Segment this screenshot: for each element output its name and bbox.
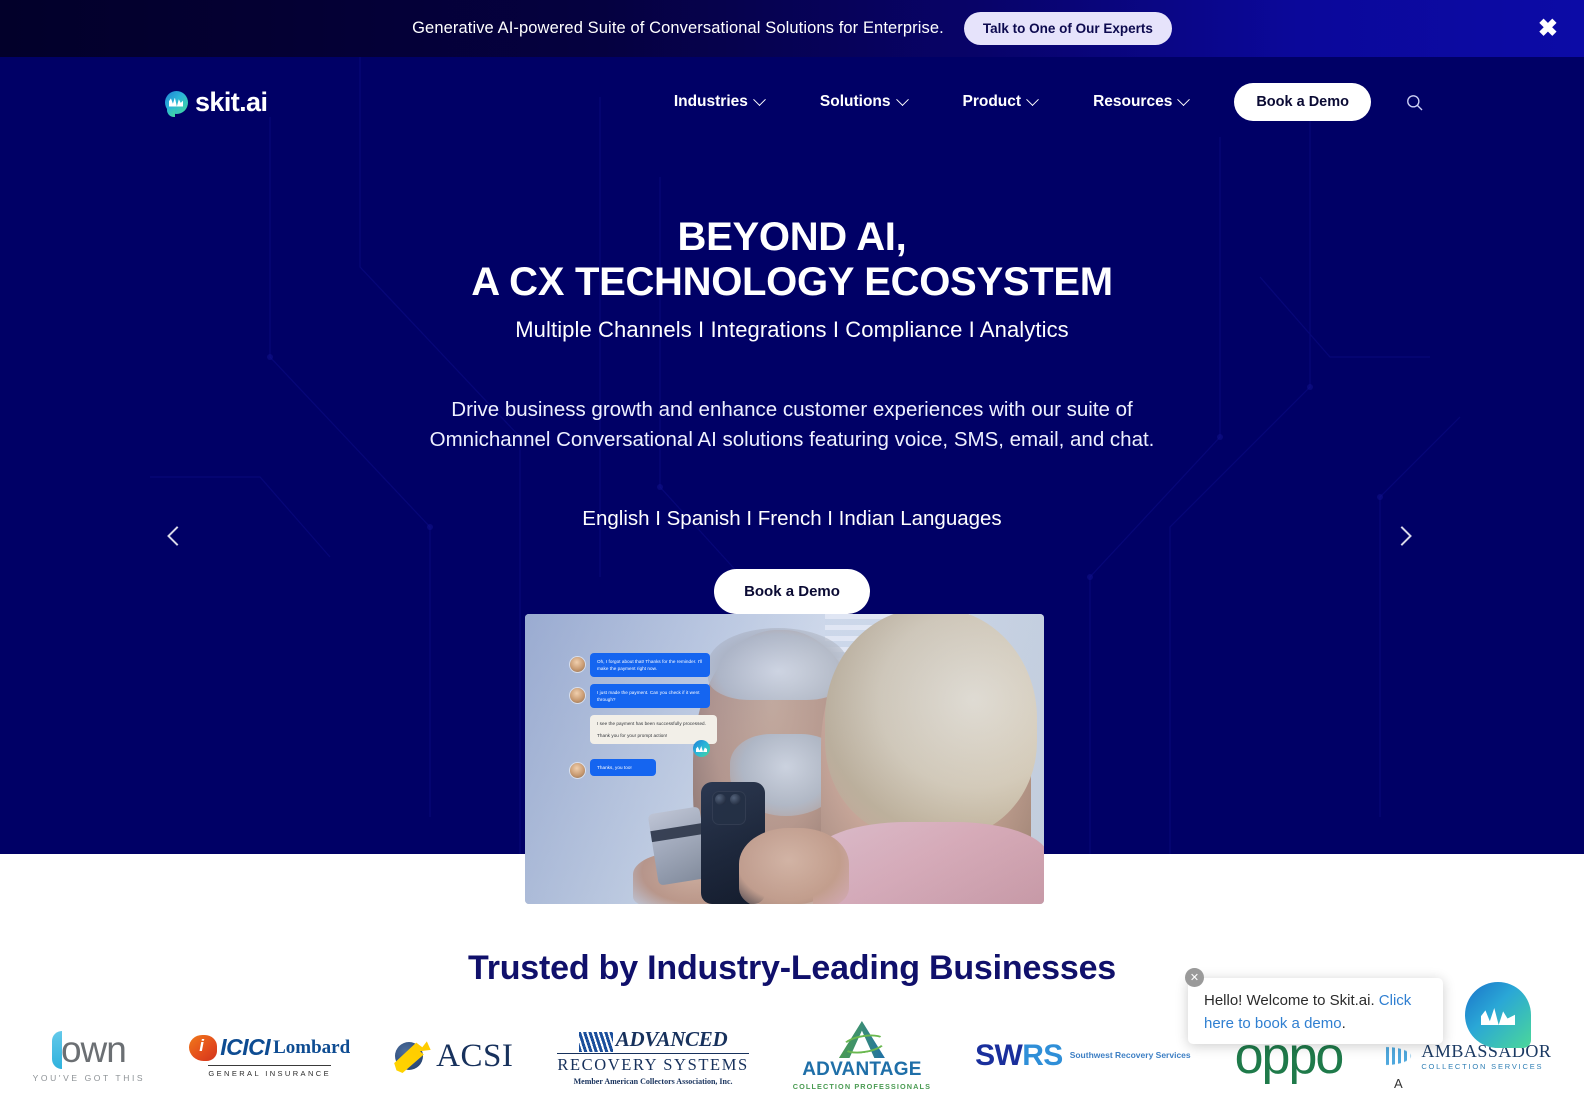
chevron-down-icon: [1026, 92, 1039, 106]
talk-to-expert-button[interactable]: Talk to One of Our Experts: [963, 12, 1172, 45]
chat-widget-close-icon[interactable]: ✕: [1185, 968, 1204, 987]
client-logo-advantage-collection-professionals: ADVANTAGE COLLECTION PROFESSIONALS: [792, 1021, 932, 1091]
ars-logo-line-1: ADVANCED: [615, 1026, 728, 1051]
chat-widget-message: Hello! Welcome to Skit.ai. Click here to…: [1188, 978, 1443, 1044]
nav-item-industries[interactable]: Industries: [646, 92, 792, 111]
avatar: [570, 763, 585, 778]
acsi-logo-word: ACSI: [436, 1037, 514, 1074]
client-logo-acsi: ACSI: [394, 1024, 513, 1088]
own-logo-tagline: YOU'VE GOT THIS: [32, 1073, 146, 1083]
chat-overlay: Oh, I forgot about that! Thanks for the …: [525, 614, 1044, 904]
client-logo-swrs: SWRS Southwest Recovery Services: [975, 1024, 1191, 1088]
hero-paragraph: Drive business growth and enhance custom…: [0, 395, 1584, 454]
page-root: Generative AI-powered Suite of Conversat…: [0, 0, 1584, 1105]
advantage-logo-word: ADVANTAGE: [802, 1059, 922, 1080]
advantage-a-mark-icon: [839, 1021, 885, 1058]
icici-logo-tagline: GENERAL INSURANCE: [208, 1065, 331, 1078]
chat-message-1: Oh, I forgot about that! Thanks for the …: [570, 653, 710, 678]
chat-bubble-agent-line-2: Thank you for your prompt action!: [597, 733, 668, 739]
chevron-down-icon: [753, 92, 766, 106]
chat-widget-greeting: Hello! Welcome to Skit.ai.: [1204, 992, 1375, 1009]
swrs-logo-tagline: Southwest Recovery Services: [1069, 1050, 1191, 1061]
chat-bubble-user: I just made the payment. Can you check i…: [590, 684, 710, 709]
ars-logo-line-2: RECOVERY SYSTEMS: [557, 1052, 749, 1074]
chat-message-4: Thanks, you too!: [570, 759, 656, 778]
chat-bubble-user: Oh, I forgot about that! Thanks for the …: [590, 653, 710, 678]
hero-title: BEYOND AI, A CX TECHNOLOGY ECOSYSTEM: [0, 215, 1584, 305]
chevron-down-icon: [895, 92, 909, 106]
chat-message-3: I see the payment has been successfully …: [570, 715, 717, 745]
acsi-globe-icon: [394, 1038, 432, 1074]
hero-paragraph-line-1: Drive business growth and enhance custom…: [451, 398, 1133, 422]
chevron-down-icon: [1177, 92, 1191, 106]
accessibility-marker: A: [1394, 1076, 1403, 1091]
chat-message-2: I just made the payment. Can you check i…: [570, 684, 710, 709]
icici-logo-word: ICICI: [220, 1034, 271, 1060]
main-navigation: skit.ai Industries Solutions Product Res…: [0, 57, 1584, 147]
lombard-logo-word: Lombard: [273, 1036, 351, 1058]
advantage-logo-tagline: COLLECTION PROFESSIONALS: [792, 1082, 932, 1091]
hero-paragraph-line-2: Omnichannel Conversational AI solutions …: [429, 428, 1155, 452]
avatar: [570, 688, 585, 703]
hero-title-line-1: BEYOND AI,: [677, 215, 907, 259]
nav-item-resources-label: Resources: [1093, 93, 1173, 110]
hero-image-card: Oh, I forgot about that! Thanks for the …: [525, 614, 1044, 904]
client-logo-advanced-recovery-systems: ADVANCED RECOVERY SYSTEMS Member America…: [557, 1024, 749, 1088]
icici-logo-mark-icon: [189, 1034, 218, 1061]
own-logo-word: own: [60, 1029, 127, 1070]
announcement-banner-inner: Generative AI-powered Suite of Conversat…: [412, 12, 1172, 45]
skit-logo-icon: [165, 90, 188, 117]
chat-widget-period: .: [1341, 1014, 1346, 1032]
ars-stripes-icon: [578, 1031, 613, 1052]
hero-title-line-2: A CX TECHNOLOGY ECOSYSTEM: [471, 260, 1113, 305]
carousel-prev-arrow-icon[interactable]: [160, 519, 194, 553]
nav-item-solutions[interactable]: Solutions: [792, 92, 935, 111]
chat-widget-launcher-icon[interactable]: [1465, 982, 1531, 1048]
site-logo-text: skit.ai: [195, 86, 268, 117]
announcement-banner: Generative AI-powered Suite of Conversat…: [0, 0, 1584, 57]
hero-content: BEYOND AI, A CX TECHNOLOGY ECOSYSTEM Mul…: [0, 215, 1584, 614]
carousel-next-arrow-icon[interactable]: [1385, 519, 1419, 553]
swrs-logo-word: SWRS: [975, 1039, 1063, 1072]
ambassador-logo-tagline: COLLECTION SERVICES: [1421, 1062, 1544, 1071]
announcement-text: Generative AI-powered Suite of Conversat…: [412, 19, 944, 37]
hero-subtitle: Multiple Channels I Integrations I Compl…: [515, 317, 1069, 343]
nav-item-solutions-label: Solutions: [819, 93, 891, 110]
skit-agent-badge-icon: [693, 740, 710, 757]
search-icon[interactable]: [1405, 93, 1424, 112]
hero-languages: English I Spanish I French I Indian Lang…: [582, 506, 1002, 530]
nav-book-a-demo-button[interactable]: Book a Demo: [1234, 83, 1371, 121]
ars-logo-line-3: Member American Collectors Association, …: [573, 1076, 733, 1086]
chat-bubble-user: Thanks, you too!: [590, 759, 656, 777]
client-logo-icici-lombard: ICICI Lombard GENERAL INSURANCE: [189, 1024, 350, 1088]
nav-right-group: Industries Solutions Product Resources B…: [646, 83, 1424, 121]
nav-item-product-label: Product: [962, 93, 1022, 110]
nav-item-resources[interactable]: Resources: [1065, 92, 1216, 111]
ambassador-waves-icon: [1386, 1045, 1417, 1067]
close-icon[interactable]: ✖: [1538, 16, 1558, 41]
chat-bubble-agent-line-1: I see the payment has been successfully …: [597, 721, 706, 726]
nav-item-industries-label: Industries: [673, 93, 748, 110]
hero-book-a-demo-button[interactable]: Book a Demo: [714, 568, 870, 614]
nav-item-product[interactable]: Product: [935, 92, 1066, 111]
avatar: [570, 657, 585, 672]
site-logo[interactable]: skit.ai: [165, 86, 268, 118]
client-logo-own: own YOU'VE GOT THIS: [33, 1024, 146, 1088]
